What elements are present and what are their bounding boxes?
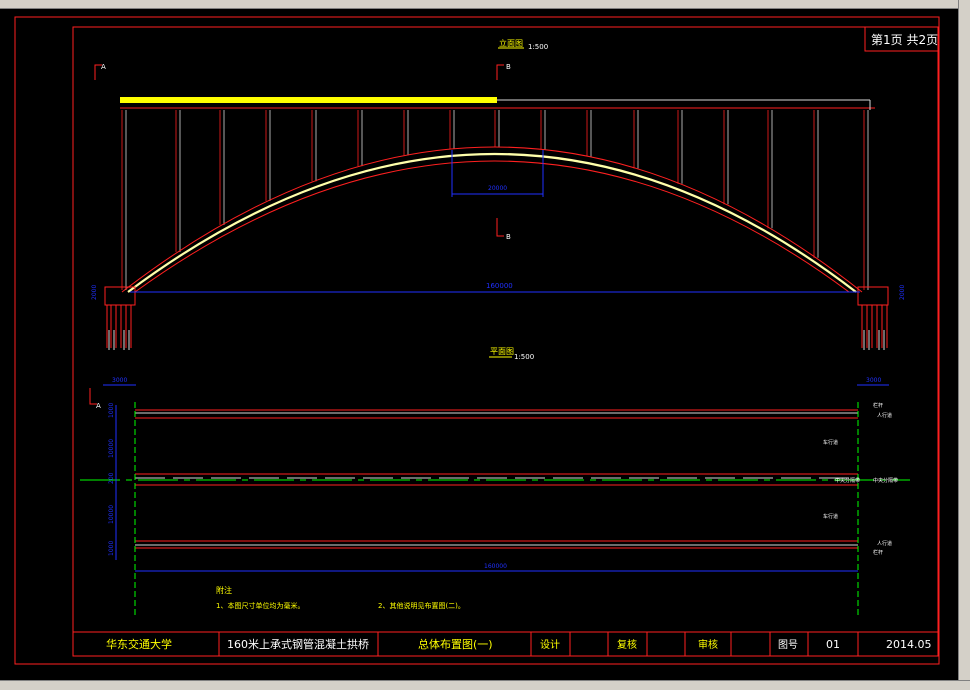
foot-right-dimension: 3000 (866, 377, 881, 384)
arch-rib-main (127, 152, 857, 293)
sheet-outer-frame (14, 16, 940, 665)
title-drawing-no: 01 (826, 638, 840, 651)
foot-left-dimension: 3000 (112, 377, 127, 384)
section-b-marker-bottom (496, 218, 504, 237)
title-review: 复核 (617, 638, 637, 651)
pier-left-dimension: 2000 (91, 285, 98, 300)
plan-label-5b: 中央分隔带 (873, 477, 898, 484)
title-project: 160米上承式钢管混凝土拱桥 (227, 637, 369, 651)
title-design: 设计 (540, 638, 560, 651)
plan-label-1: 栏杆 (873, 402, 883, 409)
plan-dim-5: 1000 (108, 541, 115, 556)
title-date: 2014.05 (886, 638, 932, 651)
plan-label-6: 人行道 (877, 540, 892, 547)
plan-label-7: 栏杆 (873, 549, 883, 556)
title-approve: 审核 (698, 638, 718, 651)
plan-dim-1: 1000 (108, 403, 115, 418)
title-block (73, 631, 938, 656)
abutment-right (857, 286, 889, 306)
section-b-label-bottom: B (506, 233, 511, 241)
cad-drawing-canvas[interactable]: 第1页 共2页 立面图 1:500 A B B A 160000 20000 2… (0, 0, 958, 680)
plan-label-5: 中央分隔带 (835, 477, 860, 484)
notes-title: 附注 (216, 585, 232, 595)
plan-dim-4: 10000 (108, 505, 115, 524)
pier-right-dimension: 2000 (899, 285, 906, 300)
elevation-scale: 1:500 (528, 43, 548, 51)
plan-dim-3: 200 (108, 472, 115, 484)
page-info: 第1页 共2页 (871, 33, 938, 47)
section-b-marker-top (496, 64, 504, 80)
plan-view (80, 402, 910, 615)
plan-scale: 1:500 (514, 353, 534, 361)
sheet-inner-frame (72, 26, 939, 657)
notes-item-1: 1、本图尺寸单位均为毫米。 (216, 601, 304, 610)
section-a-label-top: A (101, 63, 106, 71)
plan-label-3: 车行道 (823, 439, 838, 446)
arch-rib-lower (134, 160, 850, 293)
elevation-title: 立面图 (499, 38, 523, 48)
vertical-scrollbar[interactable] (958, 0, 970, 689)
crown-dimension: 20000 (488, 185, 507, 192)
deck-highlight-segment (120, 97, 497, 103)
plan-label-4: 车行道 (823, 513, 838, 520)
section-a-label-bottom: A (96, 402, 101, 410)
spandrel-columns (121, 110, 869, 290)
plan-dim-2: 10000 (108, 439, 115, 458)
arch-rib-upper (121, 146, 863, 293)
section-b-label-top: B (506, 63, 511, 71)
span-dimension: 160000 (486, 282, 513, 290)
notes-item-2: 2、其他说明见布置图(二)。 (378, 601, 465, 610)
plan-title: 平面图 (490, 347, 514, 356)
title-drawing-no-label: 图号 (778, 639, 798, 651)
plan-label-2: 人行道 (877, 412, 892, 419)
foundation-piles (106, 305, 888, 350)
title-school: 华东交通大学 (106, 637, 172, 651)
plan-length-dimension: 160000 (484, 563, 507, 570)
title-drawing-name: 总体布置图(一) (418, 637, 493, 651)
